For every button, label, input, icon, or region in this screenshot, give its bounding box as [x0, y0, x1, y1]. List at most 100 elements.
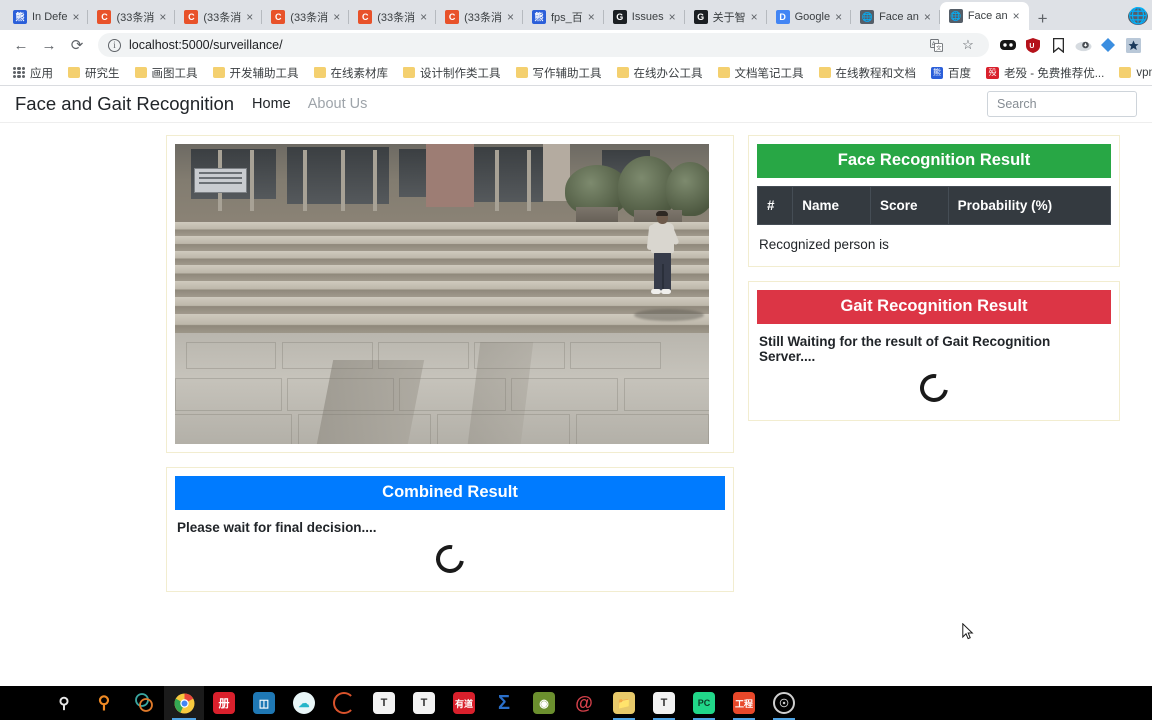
bookmark-item[interactable]: 熊 百度 — [924, 63, 978, 83]
tab-title: In Defe — [32, 11, 68, 23]
browser-tab[interactable]: 熊 fps_百 × — [523, 4, 604, 30]
bookmarks-bar: 应用 研究生 画图工具 开发辅助工具 在线素材库 设计制作类工具 写作辅助工具 — [0, 60, 1152, 86]
close-icon[interactable]: × — [72, 11, 82, 23]
everything-app[interactable]: ⚲ — [84, 686, 124, 720]
bookmark-item[interactable]: 研究生 — [61, 63, 127, 83]
folder-icon — [515, 67, 528, 78]
folder-icon — [68, 67, 80, 78]
bookmark-star-icon[interactable]: ☆ — [957, 34, 979, 56]
search-button[interactable]: ⚲ — [44, 686, 84, 720]
combined-result-header: Combined Result — [175, 476, 725, 510]
close-icon[interactable]: × — [1013, 10, 1023, 22]
bookmark-label: vpn — [1136, 66, 1152, 79]
diamond-icon[interactable] — [1097, 34, 1119, 56]
back-button[interactable]: ← — [8, 32, 34, 58]
browser-tab[interactable]: 熊 In Defe × — [4, 4, 89, 30]
close-icon[interactable]: × — [507, 11, 517, 23]
nav-link-about-us[interactable]: About Us — [308, 96, 368, 112]
github-icon: G — [693, 10, 708, 24]
start-button[interactable] — [4, 686, 44, 720]
browser-tab[interactable]: G 关于智 × — [685, 4, 767, 30]
bookmark-item[interactable]: 文档笔记工具 — [711, 63, 811, 83]
close-icon[interactable]: × — [924, 11, 934, 23]
close-icon[interactable]: × — [333, 11, 343, 23]
face-result-card: Face Recognition Result # Name Score Pro… — [748, 135, 1120, 267]
bookmark-item[interactable]: 写作辅助工具 — [509, 63, 609, 83]
extension-dark-icon[interactable] — [997, 34, 1019, 56]
cloud-download-icon[interactable] — [1072, 34, 1094, 56]
red-square-icon: 册 — [213, 692, 235, 714]
close-icon[interactable]: × — [246, 11, 256, 23]
netdisk-app[interactable]: ☁ — [284, 686, 324, 720]
vmware-app[interactable]: ◫ — [244, 686, 284, 720]
bookmark-item[interactable]: 在线素材库 — [307, 63, 396, 83]
obs-app[interactable]: ☉ — [764, 686, 804, 720]
close-icon[interactable]: × — [669, 11, 679, 23]
face-result-header: Face Recognition Result — [757, 144, 1111, 178]
close-icon[interactable]: × — [420, 11, 430, 23]
dingtalk-app[interactable]: 册 — [204, 686, 244, 720]
reload-button[interactable]: ⟳ — [64, 32, 90, 58]
bookmark-item[interactable]: 开发辅助工具 — [206, 63, 306, 83]
nav-link-home[interactable]: Home — [252, 96, 291, 112]
browser-tab[interactable]: C (33条消 × — [175, 4, 263, 30]
close-icon[interactable]: × — [835, 11, 845, 23]
bookmark-apps[interactable]: 应用 — [6, 63, 60, 83]
csdn-icon: C — [97, 10, 112, 24]
tab-title: Face an — [879, 11, 919, 23]
bookmark-item[interactable]: 画图工具 — [128, 63, 205, 83]
text-app-2[interactable]: T — [404, 686, 444, 720]
close-icon[interactable]: × — [159, 11, 169, 23]
bookmark-item[interactable]: 设计制作类工具 — [396, 63, 508, 83]
loading-spinner — [914, 368, 954, 408]
text-app-1[interactable]: T — [364, 686, 404, 720]
close-icon[interactable]: × — [588, 11, 598, 23]
browser-tab[interactable]: C (33条消 × — [436, 4, 523, 30]
translate-icon[interactable]: A文 — [925, 34, 947, 56]
close-icon[interactable]: × — [751, 11, 761, 23]
browser-tab[interactable]: 🌐 Face an × — [851, 4, 940, 30]
pycharm-app[interactable]: PC — [684, 686, 724, 720]
browser-tab[interactable]: D Google × — [767, 4, 852, 30]
loading-app[interactable] — [324, 686, 364, 720]
browser-tab[interactable]: C (33条消 × — [88, 4, 176, 30]
site-info-icon[interactable]: i — [108, 38, 121, 52]
search-input[interactable] — [987, 91, 1137, 117]
bookmark-item[interactable]: 在线教程和文档 — [812, 63, 924, 83]
chrome-app[interactable] — [164, 686, 204, 720]
address-bar[interactable]: i localhost:5000/surveillance/ A文 ☆ — [98, 33, 989, 57]
bookmark-item[interactable]: 殁 老殁 - 免费推荐优... — [979, 63, 1111, 83]
star-square-icon[interactable] — [1122, 34, 1144, 56]
explorer-app[interactable]: 📁 — [604, 686, 644, 720]
chrome-icon — [173, 692, 195, 714]
browser-tab[interactable]: C (33条消 × — [262, 4, 350, 30]
shield-icon[interactable]: U — [1022, 34, 1044, 56]
new-tab-button[interactable]: + — [1029, 10, 1057, 30]
video-bush — [666, 162, 709, 216]
tab-title: Face an — [967, 10, 1008, 22]
browser-tab[interactable]: G Issues × — [604, 4, 685, 30]
bookmark-item[interactable]: vpn — [1112, 65, 1152, 81]
bookmark-item[interactable]: 在线办公工具 — [610, 63, 710, 83]
browser-tab-active[interactable]: 🌐 Face an × — [939, 2, 1029, 30]
bookmark-icon[interactable] — [1047, 34, 1069, 56]
snail-app[interactable]: @ — [564, 686, 604, 720]
forward-button[interactable]: → — [36, 32, 62, 58]
youdao-app[interactable]: 有道 — [444, 686, 484, 720]
magnifier-orange-icon: ⚲ — [97, 693, 111, 712]
csdn-icon: C — [445, 10, 460, 24]
mathtype-app[interactable]: Σ — [484, 686, 524, 720]
browser-tab[interactable]: C (33条消 × — [349, 4, 437, 30]
column-header-probability: Probability (%) — [947, 185, 1112, 225]
office-app[interactable]: 工程 — [724, 686, 764, 720]
browser-app[interactable] — [124, 686, 164, 720]
surveillance-video-feed[interactable] — [175, 144, 709, 444]
tab-title: Issues — [631, 11, 664, 23]
person-leg-split — [661, 263, 664, 290]
video-tile — [297, 414, 432, 444]
table-header-row: # Name Score Probability (%) — [756, 185, 1112, 225]
text-app-3[interactable]: T — [644, 686, 684, 720]
tab-title: (33条消 — [290, 12, 329, 24]
svg-text:文: 文 — [936, 43, 942, 51]
green-app[interactable]: ◉ — [524, 686, 564, 720]
